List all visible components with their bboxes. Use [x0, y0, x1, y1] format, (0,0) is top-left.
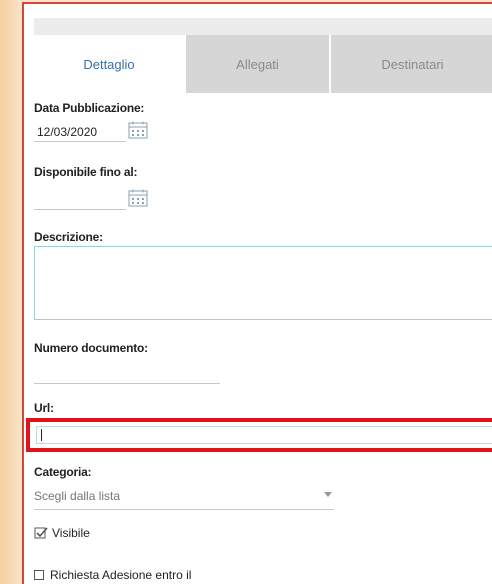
data-pubblicazione-input[interactable] [34, 122, 126, 142]
tab-bar: Dettaglio Allegati Destinatari [34, 35, 492, 93]
url-input[interactable] [36, 426, 492, 444]
tab-dettaglio[interactable]: Dettaglio [34, 35, 184, 93]
disponibile-fino-label: Disponibile fino al: [34, 165, 138, 179]
text-caret [41, 429, 42, 441]
numero-documento-input[interactable] [34, 366, 220, 384]
descrizione-textarea[interactable] [34, 246, 492, 320]
url-label: Url: [34, 401, 54, 415]
form-panel: Dettaglio Allegati Destinatari Data Pubb… [22, 2, 492, 584]
numero-documento-label: Numero documento: [34, 341, 148, 355]
richiesta-adesione-checkbox-row[interactable]: Richiesta Adesione entro il [34, 568, 191, 582]
disponibile-fino-input[interactable] [34, 190, 126, 210]
categoria-selected-value: Scegli dalla lista [34, 489, 121, 503]
dropdown-arrow-icon[interactable] [324, 492, 332, 497]
tab-allegati[interactable]: Allegati [186, 35, 329, 93]
data-pubblicazione-label: Data Pubblicazione: [34, 101, 145, 115]
richiesta-adesione-label: Richiesta Adesione entro il [50, 568, 192, 582]
panel-header-bar [34, 18, 492, 35]
url-highlight-box [26, 418, 492, 452]
visibile-checkbox-row[interactable]: Visibile [34, 526, 90, 540]
descrizione-label: Descrizione: [34, 230, 103, 244]
richiesta-adesione-checkbox[interactable] [34, 570, 44, 580]
calendar-icon[interactable] [128, 121, 148, 139]
visibile-label: Visibile [52, 526, 90, 540]
categoria-select[interactable]: Scegli dalla lista [34, 483, 334, 510]
categoria-label: Categoria: [34, 465, 92, 479]
checkmark-icon[interactable] [34, 526, 48, 540]
calendar-icon[interactable] [128, 189, 148, 207]
tab-destinatari[interactable]: Destinatari [331, 35, 492, 93]
